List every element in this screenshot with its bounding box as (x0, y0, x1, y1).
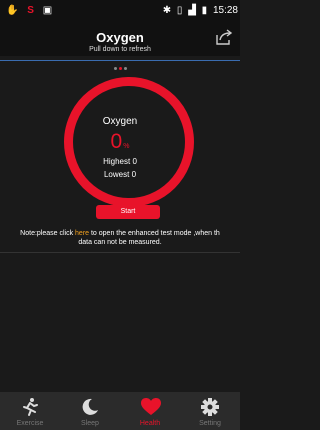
here-link[interactable]: here (75, 230, 89, 237)
note-text: Note:please click here to open the enhan… (2, 229, 238, 247)
status-time: 15:28 (212, 5, 238, 16)
status-bar-right: ✱ ▯ ▟ ▮ 15:28 (160, 4, 238, 18)
header: Oxygen Pull down to refresh (0, 22, 240, 56)
bottom-tab-bar: Exercise Sleep Health Setting (0, 392, 240, 430)
signal-icon: ▟ (188, 5, 196, 16)
tab-health-label: Health (139, 420, 161, 427)
status-bar: ✋ S ▣ ✱ ▯ ▟ ▮ 15:28 (0, 0, 240, 22)
highest-stat: Highest 0 (0, 157, 240, 166)
gear-icon (201, 398, 219, 416)
header-divider (0, 60, 240, 61)
start-button[interactable]: Start (96, 205, 160, 219)
hand-icon: ✋ (6, 5, 19, 16)
tab-health[interactable]: Health (120, 392, 180, 430)
lowest-stat: Lowest 0 (0, 170, 240, 179)
heart-icon (141, 398, 161, 415)
share-icon[interactable] (214, 27, 234, 47)
bluetooth-icon: ✱ (162, 5, 172, 16)
page-dot-active (118, 67, 122, 70)
s-icon: S (27, 5, 34, 16)
tab-sleep[interactable]: Sleep (60, 392, 120, 430)
page-dot (113, 67, 117, 70)
oxygen-value-unit: % (123, 143, 130, 150)
battery-icon: ▮ (201, 5, 208, 16)
moon-icon (82, 398, 98, 415)
page-dot (123, 67, 127, 70)
tab-setting-label: Setting (199, 420, 221, 427)
tab-sleep-label: Sleep (81, 420, 99, 427)
page-title: Oxygen (96, 30, 144, 45)
note-prefix: Note:please click (20, 230, 76, 237)
status-bar-left: ✋ S ▣ (6, 4, 58, 18)
tab-exercise-label: Exercise (16, 420, 44, 427)
highest-value: 0 (132, 157, 137, 166)
oxygen-value: 0% (0, 130, 240, 154)
tab-setting[interactable]: Setting (180, 392, 240, 430)
gauge-label: Oxygen (102, 116, 138, 127)
page-indicator (0, 66, 240, 72)
image-icon: ▣ (42, 5, 53, 16)
oxygen-value-number: 0 (110, 130, 123, 153)
page-subtitle: Pull down to refresh (89, 46, 151, 53)
highest-label: Highest (103, 157, 131, 166)
tab-exercise[interactable]: Exercise (0, 392, 60, 430)
content-separator (0, 252, 240, 253)
running-icon (23, 398, 38, 416)
vibrate-icon: ▯ (176, 5, 183, 16)
lowest-value: 0 (131, 170, 137, 179)
lowest-label: Lowest (103, 170, 130, 179)
note-line2: data can not be measured. (78, 239, 162, 246)
note-suffix: to open the enhanced test mode ,when th (89, 230, 220, 237)
